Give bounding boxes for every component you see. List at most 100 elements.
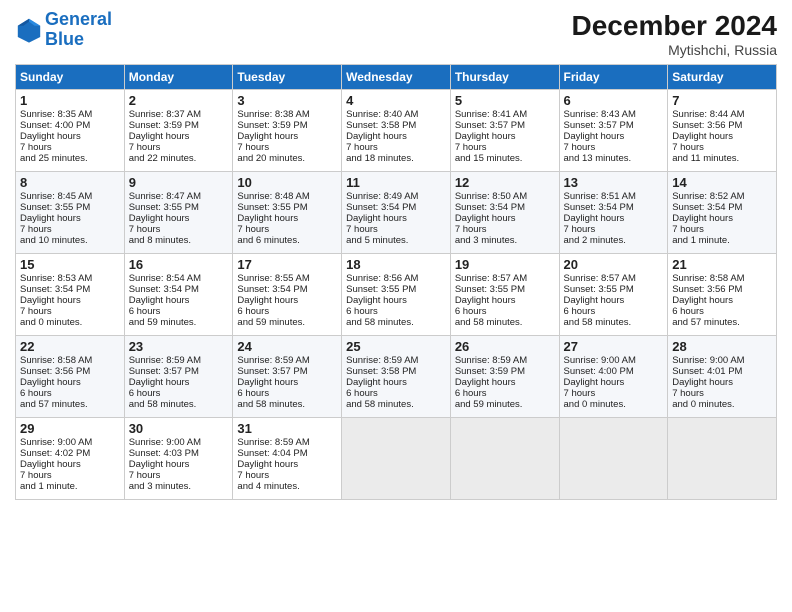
daylight-minutes: and 58 minutes. bbox=[237, 399, 305, 410]
calendar-container: General Blue December 2024 Mytishchi, Ru… bbox=[0, 0, 792, 510]
day-number: 21 bbox=[672, 257, 772, 272]
sunrise: Sunrise: 8:45 AM bbox=[20, 191, 92, 202]
daylight-minutes: and 11 minutes. bbox=[672, 153, 739, 164]
daylight-minutes: and 59 minutes. bbox=[455, 399, 523, 410]
day-number: 2 bbox=[129, 93, 229, 108]
sunrise: Sunrise: 8:40 AM bbox=[346, 109, 418, 120]
day-number: 15 bbox=[20, 257, 120, 272]
daylight-minutes: and 5 minutes. bbox=[346, 235, 408, 246]
day-number: 1 bbox=[20, 93, 120, 108]
calendar-cell: 14 Sunrise: 8:52 AM Sunset: 3:54 PM Dayl… bbox=[668, 172, 777, 254]
day-number: 4 bbox=[346, 93, 446, 108]
daylight-label: Daylight hours bbox=[564, 377, 625, 388]
daylight-minutes: and 59 minutes. bbox=[237, 317, 305, 328]
daylight-minutes: and 8 minutes. bbox=[129, 235, 191, 246]
calendar-cell: 22 Sunrise: 8:58 AM Sunset: 3:56 PM Dayl… bbox=[16, 336, 125, 418]
calendar-cell: 21 Sunrise: 8:58 AM Sunset: 3:56 PM Dayl… bbox=[668, 254, 777, 336]
daylight-minutes: and 0 minutes. bbox=[20, 317, 82, 328]
daylight-duration: 7 hours bbox=[672, 142, 704, 153]
daylight-minutes: and 1 minute. bbox=[672, 235, 730, 246]
daylight-label: Daylight hours bbox=[672, 131, 733, 142]
daylight-minutes: and 2 minutes. bbox=[564, 235, 626, 246]
daylight-minutes: and 25 minutes. bbox=[20, 153, 88, 164]
daylight-label: Daylight hours bbox=[346, 377, 407, 388]
logo-line1: General bbox=[45, 9, 112, 29]
sunset: Sunset: 3:55 PM bbox=[455, 284, 525, 295]
daylight-duration: 6 hours bbox=[564, 306, 596, 317]
daylight-duration: 7 hours bbox=[455, 224, 487, 235]
sunrise: Sunrise: 8:56 AM bbox=[346, 273, 418, 284]
day-number: 13 bbox=[564, 175, 664, 190]
daylight-minutes: and 1 minute. bbox=[20, 481, 78, 492]
day-number: 24 bbox=[237, 339, 337, 354]
sunrise: Sunrise: 8:48 AM bbox=[237, 191, 309, 202]
calendar-cell: 23 Sunrise: 8:59 AM Sunset: 3:57 PM Dayl… bbox=[124, 336, 233, 418]
day-number: 3 bbox=[237, 93, 337, 108]
day-number: 10 bbox=[237, 175, 337, 190]
sunset: Sunset: 3:55 PM bbox=[237, 202, 307, 213]
calendar-cell: 19 Sunrise: 8:57 AM Sunset: 3:55 PM Dayl… bbox=[450, 254, 559, 336]
sunset: Sunset: 4:01 PM bbox=[672, 366, 742, 377]
calendar-cell: 31 Sunrise: 8:59 AM Sunset: 4:04 PM Dayl… bbox=[233, 418, 342, 500]
day-number: 19 bbox=[455, 257, 555, 272]
daylight-label: Daylight hours bbox=[129, 131, 190, 142]
calendar-cell: 30 Sunrise: 9:00 AM Sunset: 4:03 PM Dayl… bbox=[124, 418, 233, 500]
daylight-minutes: and 18 minutes. bbox=[346, 153, 414, 164]
logo-line2: Blue bbox=[45, 29, 84, 49]
daylight-label: Daylight hours bbox=[346, 213, 407, 224]
calendar-cell bbox=[559, 418, 668, 500]
sunrise: Sunrise: 8:43 AM bbox=[564, 109, 636, 120]
daylight-minutes: and 13 minutes. bbox=[564, 153, 632, 164]
daylight-duration: 7 hours bbox=[237, 470, 269, 481]
sunset: Sunset: 3:54 PM bbox=[672, 202, 742, 213]
sunset: Sunset: 3:55 PM bbox=[564, 284, 634, 295]
daylight-duration: 7 hours bbox=[129, 142, 161, 153]
sunset: Sunset: 4:02 PM bbox=[20, 448, 90, 459]
sunset: Sunset: 3:57 PM bbox=[564, 120, 634, 131]
daylight-minutes: and 58 minutes. bbox=[346, 317, 414, 328]
sunset: Sunset: 3:54 PM bbox=[237, 284, 307, 295]
day-number: 27 bbox=[564, 339, 664, 354]
sunrise: Sunrise: 8:51 AM bbox=[564, 191, 636, 202]
col-monday: Monday bbox=[124, 65, 233, 90]
daylight-label: Daylight hours bbox=[129, 377, 190, 388]
sunset: Sunset: 3:57 PM bbox=[129, 366, 199, 377]
daylight-minutes: and 22 minutes. bbox=[129, 153, 197, 164]
sunrise: Sunrise: 8:59 AM bbox=[455, 355, 527, 366]
col-sunday: Sunday bbox=[16, 65, 125, 90]
sunset: Sunset: 3:55 PM bbox=[20, 202, 90, 213]
calendar-cell: 16 Sunrise: 8:54 AM Sunset: 3:54 PM Dayl… bbox=[124, 254, 233, 336]
daylight-minutes: and 3 minutes. bbox=[455, 235, 517, 246]
daylight-label: Daylight hours bbox=[346, 295, 407, 306]
daylight-minutes: and 20 minutes. bbox=[237, 153, 305, 164]
daylight-label: Daylight hours bbox=[237, 377, 298, 388]
sunset: Sunset: 3:56 PM bbox=[20, 366, 90, 377]
day-number: 8 bbox=[20, 175, 120, 190]
daylight-minutes: and 6 minutes. bbox=[237, 235, 299, 246]
calendar-cell: 6 Sunrise: 8:43 AM Sunset: 3:57 PM Dayli… bbox=[559, 90, 668, 172]
day-number: 31 bbox=[237, 421, 337, 436]
daylight-label: Daylight hours bbox=[455, 131, 516, 142]
day-number: 7 bbox=[672, 93, 772, 108]
daylight-label: Daylight hours bbox=[129, 459, 190, 470]
logo-icon bbox=[15, 16, 43, 44]
calendar-cell: 28 Sunrise: 9:00 AM Sunset: 4:01 PM Dayl… bbox=[668, 336, 777, 418]
daylight-duration: 7 hours bbox=[20, 224, 52, 235]
sunset: Sunset: 4:03 PM bbox=[129, 448, 199, 459]
daylight-duration: 7 hours bbox=[346, 224, 378, 235]
calendar-cell: 7 Sunrise: 8:44 AM Sunset: 3:56 PM Dayli… bbox=[668, 90, 777, 172]
daylight-minutes: and 0 minutes. bbox=[564, 399, 626, 410]
calendar-cell: 27 Sunrise: 9:00 AM Sunset: 4:00 PM Dayl… bbox=[559, 336, 668, 418]
daylight-duration: 7 hours bbox=[129, 470, 161, 481]
daylight-label: Daylight hours bbox=[20, 213, 81, 224]
sunset: Sunset: 3:56 PM bbox=[672, 284, 742, 295]
week-row: 29 Sunrise: 9:00 AM Sunset: 4:02 PM Dayl… bbox=[16, 418, 777, 500]
day-number: 26 bbox=[455, 339, 555, 354]
day-number: 6 bbox=[564, 93, 664, 108]
header: General Blue December 2024 Mytishchi, Ru… bbox=[15, 10, 777, 58]
calendar-cell bbox=[450, 418, 559, 500]
calendar-subtitle: Mytishchi, Russia bbox=[572, 42, 777, 58]
daylight-duration: 6 hours bbox=[672, 306, 704, 317]
sunrise: Sunrise: 8:44 AM bbox=[672, 109, 744, 120]
calendar-cell: 24 Sunrise: 8:59 AM Sunset: 3:57 PM Dayl… bbox=[233, 336, 342, 418]
